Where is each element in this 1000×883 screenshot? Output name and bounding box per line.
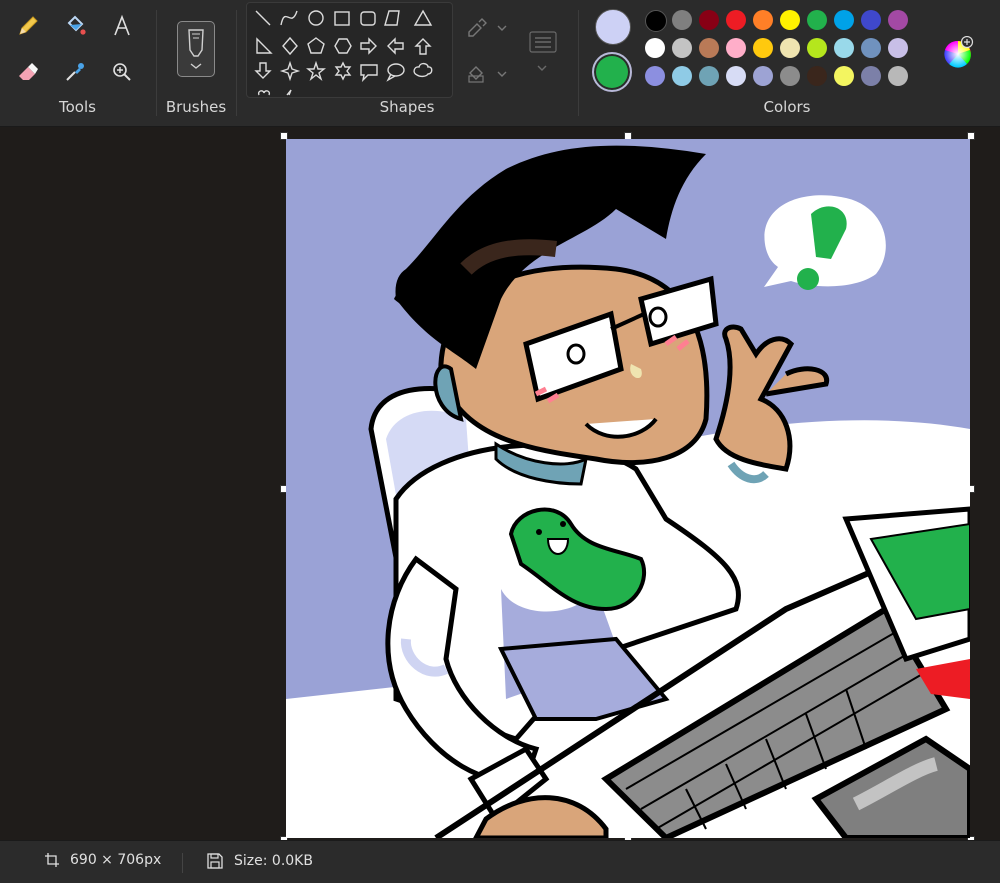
- canvas-size-icon: [45, 853, 59, 867]
- color-swatch[interactable]: [645, 10, 667, 32]
- color-swatch[interactable]: [726, 66, 746, 86]
- color-swatch[interactable]: [780, 66, 800, 86]
- diamond-shape[interactable]: [282, 36, 298, 56]
- color-swatch[interactable]: [699, 66, 719, 86]
- color-swatch[interactable]: [726, 38, 746, 58]
- primary-color-swatch[interactable]: [595, 9, 631, 45]
- canvas-dimensions-text: 690 × 706px: [70, 852, 162, 868]
- rounded-callout-shape[interactable]: [360, 64, 378, 83]
- file-size: Size: 0.0KB: [206, 852, 313, 870]
- right-arrow-shape[interactable]: [360, 37, 377, 55]
- color-swatch[interactable]: [753, 10, 773, 30]
- color-swatch[interactable]: [888, 38, 908, 58]
- shapes-gallery: [246, 2, 453, 98]
- curve-shape[interactable]: [280, 10, 298, 26]
- magnifier-icon[interactable]: [108, 58, 136, 86]
- color-swatch[interactable]: [645, 66, 665, 86]
- right-triangle-shape[interactable]: [256, 37, 273, 54]
- color-swatch[interactable]: [672, 10, 692, 30]
- color-swatch[interactable]: [807, 38, 827, 58]
- rounded-rectangle-shape[interactable]: [360, 11, 376, 26]
- left-arrow-shape[interactable]: [387, 37, 404, 55]
- color-swatch[interactable]: [645, 38, 665, 58]
- color-swatch[interactable]: [753, 66, 773, 86]
- drawing-illustration: [286, 145, 970, 838]
- outline-dropdown[interactable]: [465, 14, 509, 42]
- cloud-callout-shape[interactable]: [413, 62, 433, 78]
- color-swatch[interactable]: [834, 38, 854, 58]
- tools-group-label: Tools: [59, 98, 96, 116]
- color-swatch[interactable]: [834, 66, 854, 86]
- lightning-shape[interactable]: [286, 89, 292, 96]
- color-swatch[interactable]: [672, 66, 692, 86]
- brushes-group-label: Brushes: [165, 98, 227, 116]
- triangle-shape[interactable]: [413, 9, 433, 26]
- text-icon[interactable]: [108, 12, 136, 40]
- fill-dropdown[interactable]: [465, 60, 509, 88]
- colors-group-label: Colors: [763, 98, 811, 116]
- color-swatch[interactable]: [861, 66, 881, 86]
- ribbon-toolbar: Tools Brushes Shapes Colors: [0, 0, 1000, 127]
- shapes-group-label: Shapes: [379, 98, 435, 116]
- color-swatch[interactable]: [888, 10, 908, 30]
- pentagon-shape[interactable]: [307, 37, 325, 54]
- color-swatch[interactable]: [780, 38, 800, 58]
- save-icon: [207, 853, 223, 869]
- color-swatch[interactable]: [861, 38, 881, 58]
- up-arrow-shape[interactable]: [414, 38, 432, 55]
- divider: [182, 853, 183, 873]
- oval-shape[interactable]: [308, 10, 324, 26]
- five-point-star-shape[interactable]: [306, 60, 326, 82]
- tools-group: Tools: [0, 0, 155, 126]
- secondary-color-swatch[interactable]: [592, 52, 632, 92]
- status-bar: 690 × 706px Size: 0.0KB: [0, 840, 1000, 883]
- eraser-icon[interactable]: [14, 58, 42, 86]
- color-swatch[interactable]: [807, 10, 827, 30]
- color-swatch[interactable]: [834, 10, 854, 30]
- edit-colors-button[interactable]: [942, 36, 976, 70]
- brushes-group: Brushes: [157, 0, 235, 126]
- pencil-icon[interactable]: [14, 12, 42, 40]
- line-shape[interactable]: [255, 10, 271, 26]
- rectangle-shape[interactable]: [334, 11, 350, 26]
- color-picker-icon[interactable]: [61, 58, 89, 86]
- size-dropdown[interactable]: [527, 28, 559, 78]
- color-swatch[interactable]: [699, 38, 719, 58]
- color-swatch[interactable]: [888, 66, 908, 86]
- canvas-dimensions: 690 × 706px: [44, 852, 161, 868]
- fill-icon[interactable]: [61, 12, 89, 40]
- color-swatch[interactable]: [753, 38, 773, 58]
- brushes-button[interactable]: [177, 21, 215, 77]
- file-size-text: Size: 0.0KB: [234, 853, 313, 869]
- down-arrow-shape[interactable]: [254, 62, 272, 79]
- chevron-down-icon: [190, 63, 202, 69]
- color-swatch[interactable]: [672, 38, 692, 58]
- color-swatch[interactable]: [726, 10, 746, 30]
- polygon-shape[interactable]: [384, 10, 400, 26]
- color-swatch[interactable]: [699, 10, 719, 30]
- drawing-canvas[interactable]: [286, 139, 970, 838]
- oval-callout-shape[interactable]: [386, 63, 405, 82]
- color-swatch[interactable]: [861, 10, 881, 30]
- color-swatch[interactable]: [780, 10, 800, 30]
- four-point-star-shape[interactable]: [279, 60, 301, 82]
- hexagon-shape[interactable]: [334, 38, 352, 54]
- heart-shape[interactable]: [257, 90, 271, 96]
- color-swatch[interactable]: [807, 66, 827, 86]
- six-point-star-shape[interactable]: [334, 61, 352, 81]
